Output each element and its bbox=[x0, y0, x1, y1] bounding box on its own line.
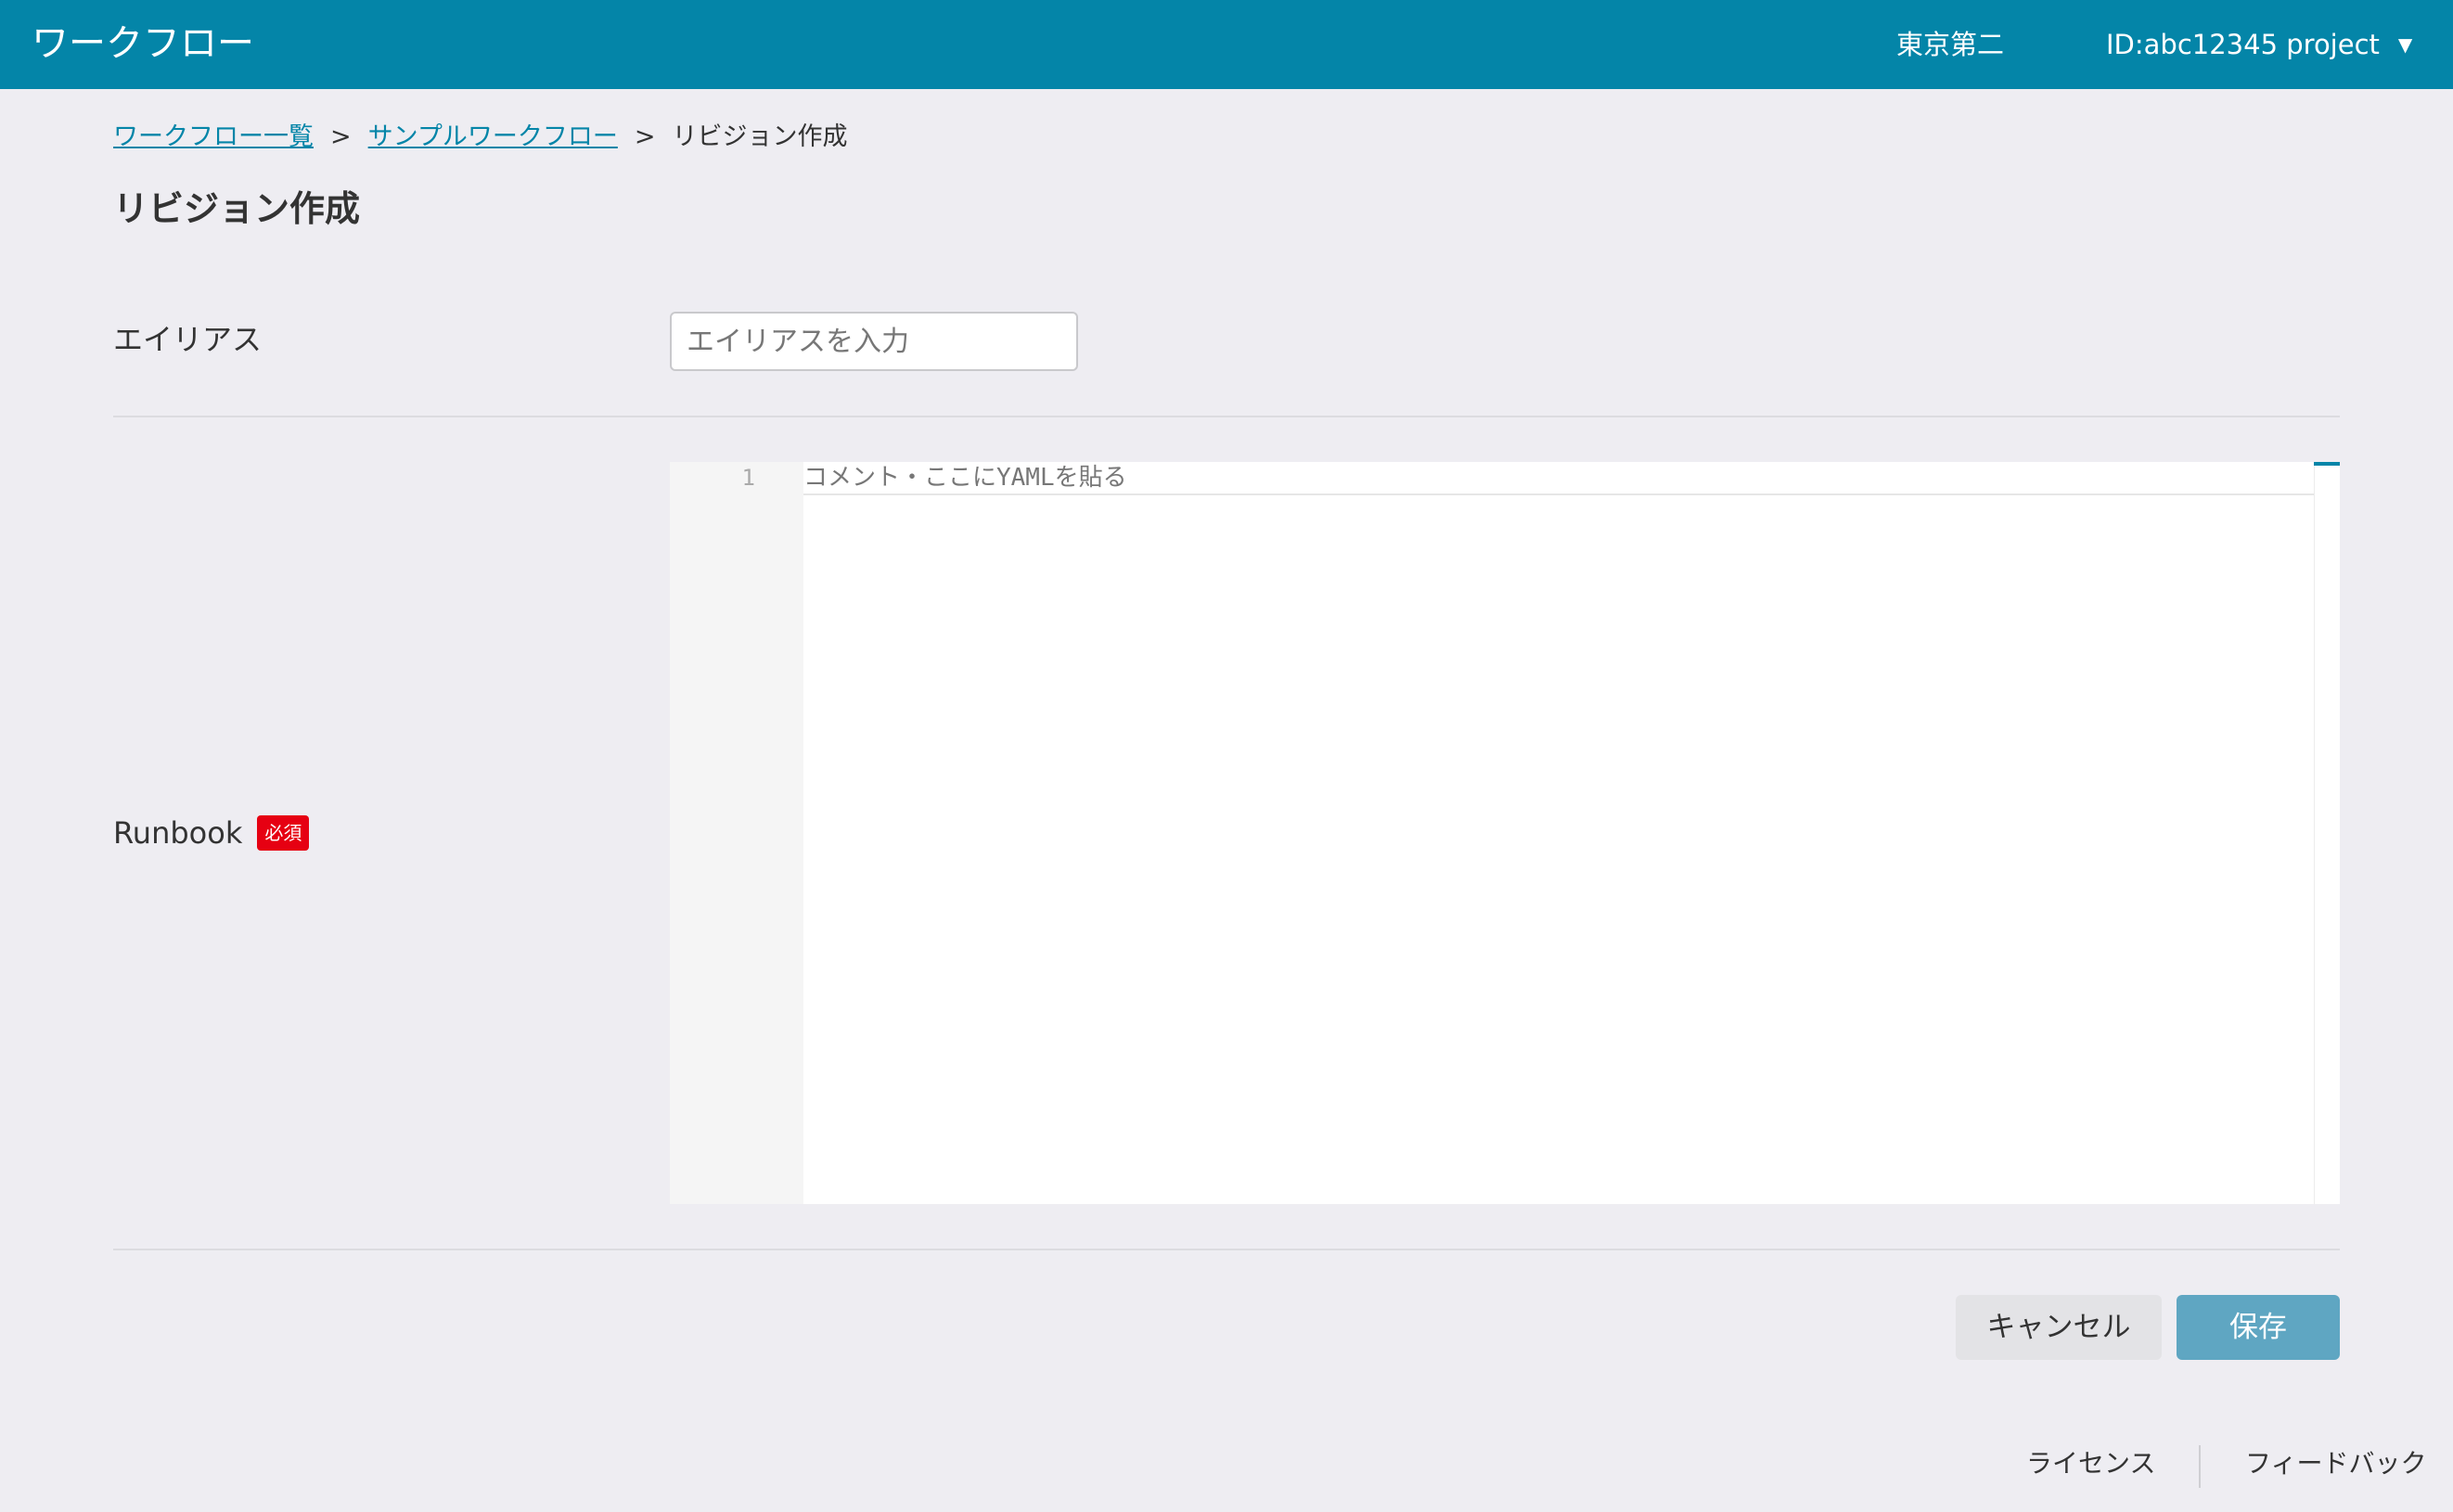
app-title: ワークフロー bbox=[32, 22, 254, 65]
runbook-label: Runbook bbox=[113, 815, 243, 851]
footer-divider bbox=[2199, 1445, 2201, 1488]
breadcrumb-current-page: リビジョン作成 bbox=[672, 122, 848, 151]
editor-scroll-thumb[interactable] bbox=[2314, 462, 2340, 466]
project-name: ID:abc12345 project bbox=[2106, 29, 2380, 60]
breadcrumb-separator: > bbox=[634, 122, 656, 151]
footer-feedback-link[interactable]: フィードバック bbox=[2245, 1447, 2426, 1480]
page-title: リビジョン作成 bbox=[113, 188, 361, 229]
required-badge: 必須 bbox=[257, 815, 310, 851]
runbook-label-group: Runbook 必須 bbox=[113, 814, 310, 852]
alias-label: エイリアス bbox=[113, 322, 263, 357]
footer-license-link[interactable]: ライセンス bbox=[2026, 1447, 2155, 1480]
editor-line-gutter: 1 bbox=[670, 462, 803, 1204]
breadcrumb-workflow-list-link[interactable]: ワークフロー一覧 bbox=[113, 121, 314, 154]
caret-down-icon: ▼ bbox=[2397, 33, 2413, 56]
breadcrumb-sample-workflow-link[interactable]: サンプルワークフロー bbox=[368, 121, 618, 154]
project-selector[interactable]: ID:abc12345 project ▼ bbox=[2106, 28, 2412, 61]
editor-scrollbar[interactable] bbox=[2314, 462, 2340, 1204]
save-button[interactable]: 保存 bbox=[2177, 1295, 2340, 1360]
form-divider bbox=[113, 1249, 2340, 1250]
line-number: 1 bbox=[741, 465, 755, 491]
breadcrumb: ワークフロー一覧 > サンプルワークフロー > リビジョン作成 bbox=[113, 121, 847, 154]
form-divider bbox=[113, 416, 2340, 417]
alias-input[interactable] bbox=[670, 312, 1078, 371]
cancel-button[interactable]: キャンセル bbox=[1956, 1295, 2162, 1360]
region-selector[interactable]: 東京第二 bbox=[1896, 28, 2004, 61]
editor-placeholder: コメント・ここにYAMLを貼る bbox=[803, 464, 1127, 492]
top-navigation-bar: ワークフロー 東京第二 ID:abc12345 project ▼ bbox=[0, 0, 2453, 89]
runbook-yaml-editor[interactable]: 1 コメント・ここにYAMLを貼る bbox=[670, 462, 2340, 1204]
breadcrumb-separator: > bbox=[330, 122, 352, 151]
